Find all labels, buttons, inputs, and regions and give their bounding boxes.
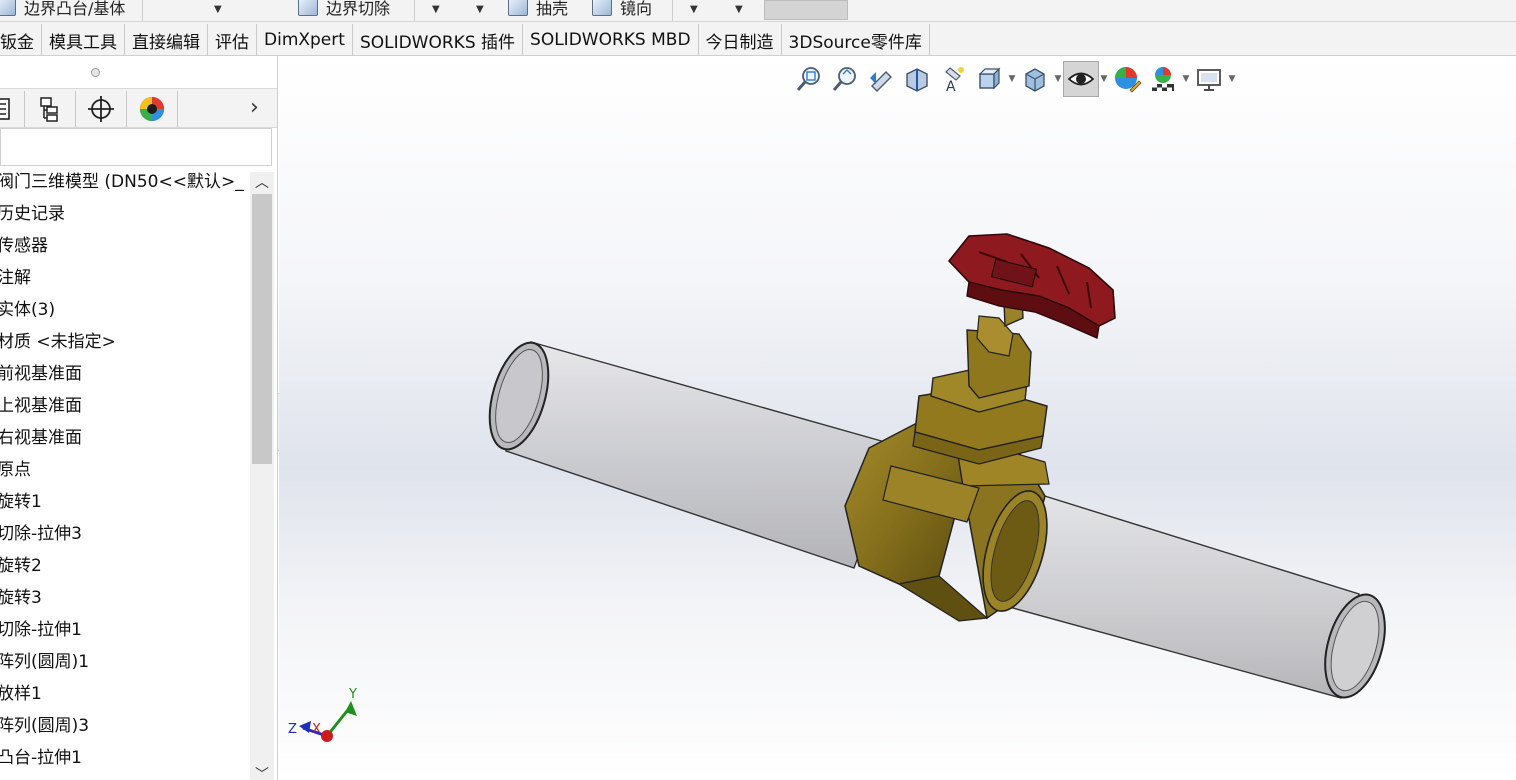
triad-label-y: Y (348, 687, 357, 702)
tab-3dsource-library[interactable]: 3DSource零件库 (782, 24, 930, 56)
tree-item[interactable]: 历史记录 (0, 198, 250, 230)
feature-manager-tab[interactable] (0, 91, 25, 127)
scrollbar-thumb[interactable] (252, 194, 272, 464)
ribbon-separator (672, 0, 673, 21)
graphics-viewport[interactable]: A ▼ ▼ ▼ ▼ ▼ Y Z X (279, 56, 1516, 780)
chevron-right-icon[interactable]: › (250, 95, 259, 120)
triad-label-z: Z (288, 722, 297, 737)
ribbon-dropdown-arrow[interactable]: ▼ (735, 4, 743, 15)
boundary-boss-button[interactable]: 边界凸台/基体 (0, 0, 125, 20)
ribbon-separator (414, 0, 415, 21)
appearance-sphere-icon (140, 97, 164, 121)
ribbon-dropdown-arrow[interactable]: ▼ (476, 4, 484, 15)
feature-tree: 阀门三维模型 (DN50<<默认>_ 历史记录 传感器 注解 实体(3) 材质 … (0, 166, 250, 774)
command-manager-tabbar: 钣金 模具工具 直接编辑 评估 DimXpert SOLIDWORKS 插件 S… (0, 22, 1516, 56)
tree-item[interactable]: 阵列(圆周)3 (0, 710, 250, 742)
tab-today-manufacturing[interactable]: 今日制造 (699, 24, 782, 56)
feature-tree-icon (0, 98, 10, 120)
tree-item[interactable]: 材质 <未指定> (0, 326, 250, 358)
panel-drag-handle[interactable] (91, 68, 100, 77)
property-manager-icon (40, 97, 58, 122)
ribbon-highlight-area[interactable] (764, 0, 848, 20)
panel-tab-bar: › (0, 88, 277, 128)
tree-item[interactable]: 传感器 (0, 230, 250, 262)
chevron-up-icon[interactable]: ︿ (250, 172, 274, 192)
boundary-cut-button[interactable]: 边界切除 (298, 0, 390, 20)
boundary-boss-icon (0, 0, 16, 16)
tab-direct-editing[interactable]: 直接编辑 (125, 24, 208, 56)
property-manager-tab[interactable] (25, 91, 76, 127)
tree-item[interactable]: 旋转1 (0, 486, 250, 518)
valve-3d-model[interactable]: Y Z X (279, 56, 1516, 780)
tree-item[interactable]: 阵列(圆周)1 (0, 646, 250, 678)
crosshair-icon (88, 96, 114, 122)
tree-scrollbar[interactable]: ︿ ﹀ (250, 172, 274, 780)
valve-bonnet[interactable] (912, 315, 1048, 465)
ribbon-top-strip: 边界凸台/基体 ▼ 边界切除 ▼ ▼ 抽壳 镜向 ▼ ▼ (0, 0, 1516, 22)
ribbon-dropdown-arrow[interactable]: ▼ (214, 4, 222, 15)
valve-handwheel[interactable] (947, 233, 1116, 340)
boundary-cut-icon (298, 0, 318, 16)
mirror-button[interactable]: 镜向 (592, 0, 652, 20)
ribbon-separator (142, 0, 143, 21)
ribbon-dropdown-arrow[interactable]: ▼ (690, 4, 698, 15)
tree-item[interactable]: 原点 (0, 454, 250, 486)
display-manager-tab[interactable] (127, 91, 178, 127)
tree-item-root[interactable]: 阀门三维模型 (DN50<<默认>_ (0, 166, 250, 198)
shell-icon (508, 0, 528, 16)
ribbon-dropdown-arrow[interactable]: ▼ (432, 4, 440, 15)
pipe-right[interactable] (990, 487, 1396, 704)
pipe-left[interactable] (479, 336, 900, 569)
tree-item[interactable]: 前视基准面 (0, 358, 250, 390)
chevron-down-icon[interactable]: ﹀ (250, 764, 274, 780)
triad-label-x: X (312, 722, 321, 737)
tree-filter-input[interactable] (0, 128, 272, 166)
tab-mold-tools[interactable]: 模具工具 (42, 24, 125, 56)
tree-item[interactable]: 实体(3) (0, 294, 250, 326)
tab-dimxpert[interactable]: DimXpert (257, 24, 353, 56)
coordinate-triad: Y Z X (288, 687, 357, 742)
tree-item[interactable]: 放样1 (0, 678, 250, 710)
tree-item[interactable]: 注解 (0, 262, 250, 294)
shell-button[interactable]: 抽壳 (508, 0, 568, 20)
mirror-icon (592, 0, 612, 16)
tree-item[interactable]: 旋转3 (0, 582, 250, 614)
tree-item[interactable]: 上视基准面 (0, 390, 250, 422)
tree-item[interactable]: 凸台-拉伸1 (0, 742, 250, 774)
tree-item[interactable]: 切除-拉伸3 (0, 518, 250, 550)
tab-solidworks-addins[interactable]: SOLIDWORKS 插件 (353, 24, 524, 56)
tree-item[interactable]: 旋转2 (0, 550, 250, 582)
tab-evaluate[interactable]: 评估 (208, 24, 257, 56)
tree-item[interactable]: 右视基准面 (0, 422, 250, 454)
dimxpert-manager-tab[interactable] (76, 91, 127, 127)
tree-item[interactable]: 切除-拉伸1 (0, 614, 250, 646)
tab-sheet-metal[interactable]: 钣金 (0, 24, 42, 56)
tab-solidworks-mbd[interactable]: SOLIDWORKS MBD (523, 24, 699, 56)
feature-manager-panel: › 阀门三维模型 (DN50<<默认>_ 历史记录 传感器 注解 实体(3) 材… (0, 56, 278, 780)
